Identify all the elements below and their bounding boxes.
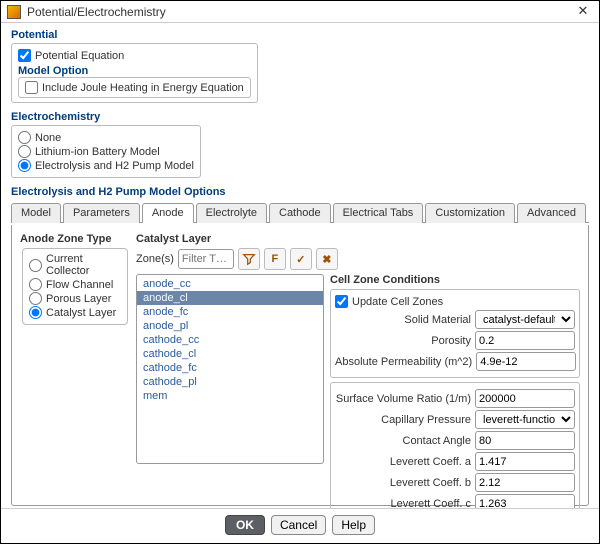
azt-radio-porous-layer[interactable] xyxy=(29,292,42,305)
abs-perm-label: Absolute Permeability (m^2) xyxy=(335,356,472,368)
catalyst-heading: Catalyst Layer xyxy=(136,233,580,245)
zones-listbox[interactable]: anode_cc anode_cl anode_fc anode_pl cath… xyxy=(136,274,324,464)
tab-advanced[interactable]: Advanced xyxy=(517,203,586,223)
model-option-heading: Model Option xyxy=(18,65,251,77)
azt-label-pl: Porous Layer xyxy=(46,293,111,305)
potential-equation-label: Potential Equation xyxy=(35,50,124,62)
porosity-label: Porosity xyxy=(335,335,471,347)
azt-radio-catalyst-layer[interactable] xyxy=(29,306,42,319)
lev-b-label: Leverett Coeff. b xyxy=(335,477,471,489)
azt-radio-current-collector[interactable] xyxy=(29,259,42,272)
zones-filter-input[interactable] xyxy=(178,249,234,269)
joule-heating-label: Include Joule Heating in Energy Equation xyxy=(42,82,244,94)
abs-perm-input[interactable] xyxy=(476,352,576,371)
list-item[interactable]: cathode_cl xyxy=(137,347,323,361)
eopts-heading: Electrolysis and H2 Pump Model Options xyxy=(11,186,589,198)
tab-electrolyte[interactable]: Electrolyte xyxy=(196,203,267,223)
tab-parameters[interactable]: Parameters xyxy=(63,203,140,223)
list-item[interactable]: cathode_fc xyxy=(137,361,323,375)
lev-b-input[interactable] xyxy=(475,473,575,492)
ec-radio-liion-label: Lithium-ion Battery Model xyxy=(35,146,160,158)
help-button[interactable]: Help xyxy=(332,515,375,535)
ec-radio-electrolysis-label: Electrolysis and H2 Pump Model xyxy=(35,160,194,172)
list-item[interactable]: anode_cc xyxy=(137,277,323,291)
svr-label: Surface Volume Ratio (1/m) xyxy=(335,393,471,405)
azt-label-fc: Flow Channel xyxy=(46,279,113,291)
select-all-icon[interactable]: ✓ xyxy=(290,248,312,270)
azt-radio-flow-channel[interactable] xyxy=(29,278,42,291)
azt-label-cc: Current Collector xyxy=(46,253,121,277)
list-item[interactable]: mem xyxy=(137,389,323,403)
lev-a-input[interactable] xyxy=(475,452,575,471)
tab-electrical-tabs[interactable]: Electrical Tabs xyxy=(333,203,424,223)
lev-c-label: Leverett Coeff. c xyxy=(335,498,471,509)
capillary-label: Capillary Pressure xyxy=(335,414,471,426)
tab-customization[interactable]: Customization xyxy=(425,203,515,223)
app-icon xyxy=(7,5,21,19)
filter-icon[interactable] xyxy=(238,248,260,270)
window-title: Potential/Electrochemistry xyxy=(27,5,166,19)
ec-radio-none[interactable] xyxy=(18,131,31,144)
close-icon[interactable]: ✕ xyxy=(573,4,593,20)
electrochem-heading: Electrochemistry xyxy=(11,111,589,123)
tab-model[interactable]: Model xyxy=(11,203,61,223)
ec-radio-none-label: None xyxy=(35,132,61,144)
contact-angle-input[interactable] xyxy=(475,431,575,450)
tabs: Model Parameters Anode Electrolyte Catho… xyxy=(11,202,589,223)
azt-label-cl: Catalyst Layer xyxy=(46,307,116,319)
joule-heating-checkbox[interactable] xyxy=(25,81,38,94)
capillary-select[interactable]: leverett-function xyxy=(475,410,575,429)
ec-radio-electrolysis[interactable] xyxy=(18,159,31,172)
porosity-input[interactable] xyxy=(475,331,575,350)
svr-input[interactable] xyxy=(475,389,575,408)
list-item[interactable]: anode_fc xyxy=(137,305,323,319)
potential-heading: Potential xyxy=(11,29,589,41)
list-item[interactable]: anode_cl xyxy=(137,291,323,305)
contact-angle-label: Contact Angle xyxy=(335,435,471,447)
zones-label: Zone(s) xyxy=(136,253,174,265)
ok-button[interactable]: OK xyxy=(225,515,265,535)
cellzone-heading: Cell Zone Conditions xyxy=(330,274,580,286)
select-matching-icon[interactable]: F xyxy=(264,248,286,270)
cancel-button[interactable]: Cancel xyxy=(271,515,326,535)
tab-anode[interactable]: Anode xyxy=(142,203,194,223)
potential-equation-checkbox[interactable] xyxy=(18,49,31,62)
list-item[interactable]: cathode_cc xyxy=(137,333,323,347)
lev-a-label: Leverett Coeff. a xyxy=(335,456,471,468)
solid-material-label: Solid Material xyxy=(335,314,471,326)
list-item[interactable]: cathode_pl xyxy=(137,375,323,389)
list-item[interactable]: anode_pl xyxy=(137,319,323,333)
anode-zone-type-heading: Anode Zone Type xyxy=(20,233,130,245)
update-cell-zones-label: Update Cell Zones xyxy=(352,296,443,308)
tab-cathode[interactable]: Cathode xyxy=(269,203,331,223)
update-cell-zones-checkbox[interactable] xyxy=(335,295,348,308)
ec-radio-liion[interactable] xyxy=(18,145,31,158)
deselect-icon[interactable]: ✖ xyxy=(316,248,338,270)
solid-material-select[interactable]: catalyst-default xyxy=(475,310,575,329)
lev-c-input[interactable] xyxy=(475,494,575,508)
